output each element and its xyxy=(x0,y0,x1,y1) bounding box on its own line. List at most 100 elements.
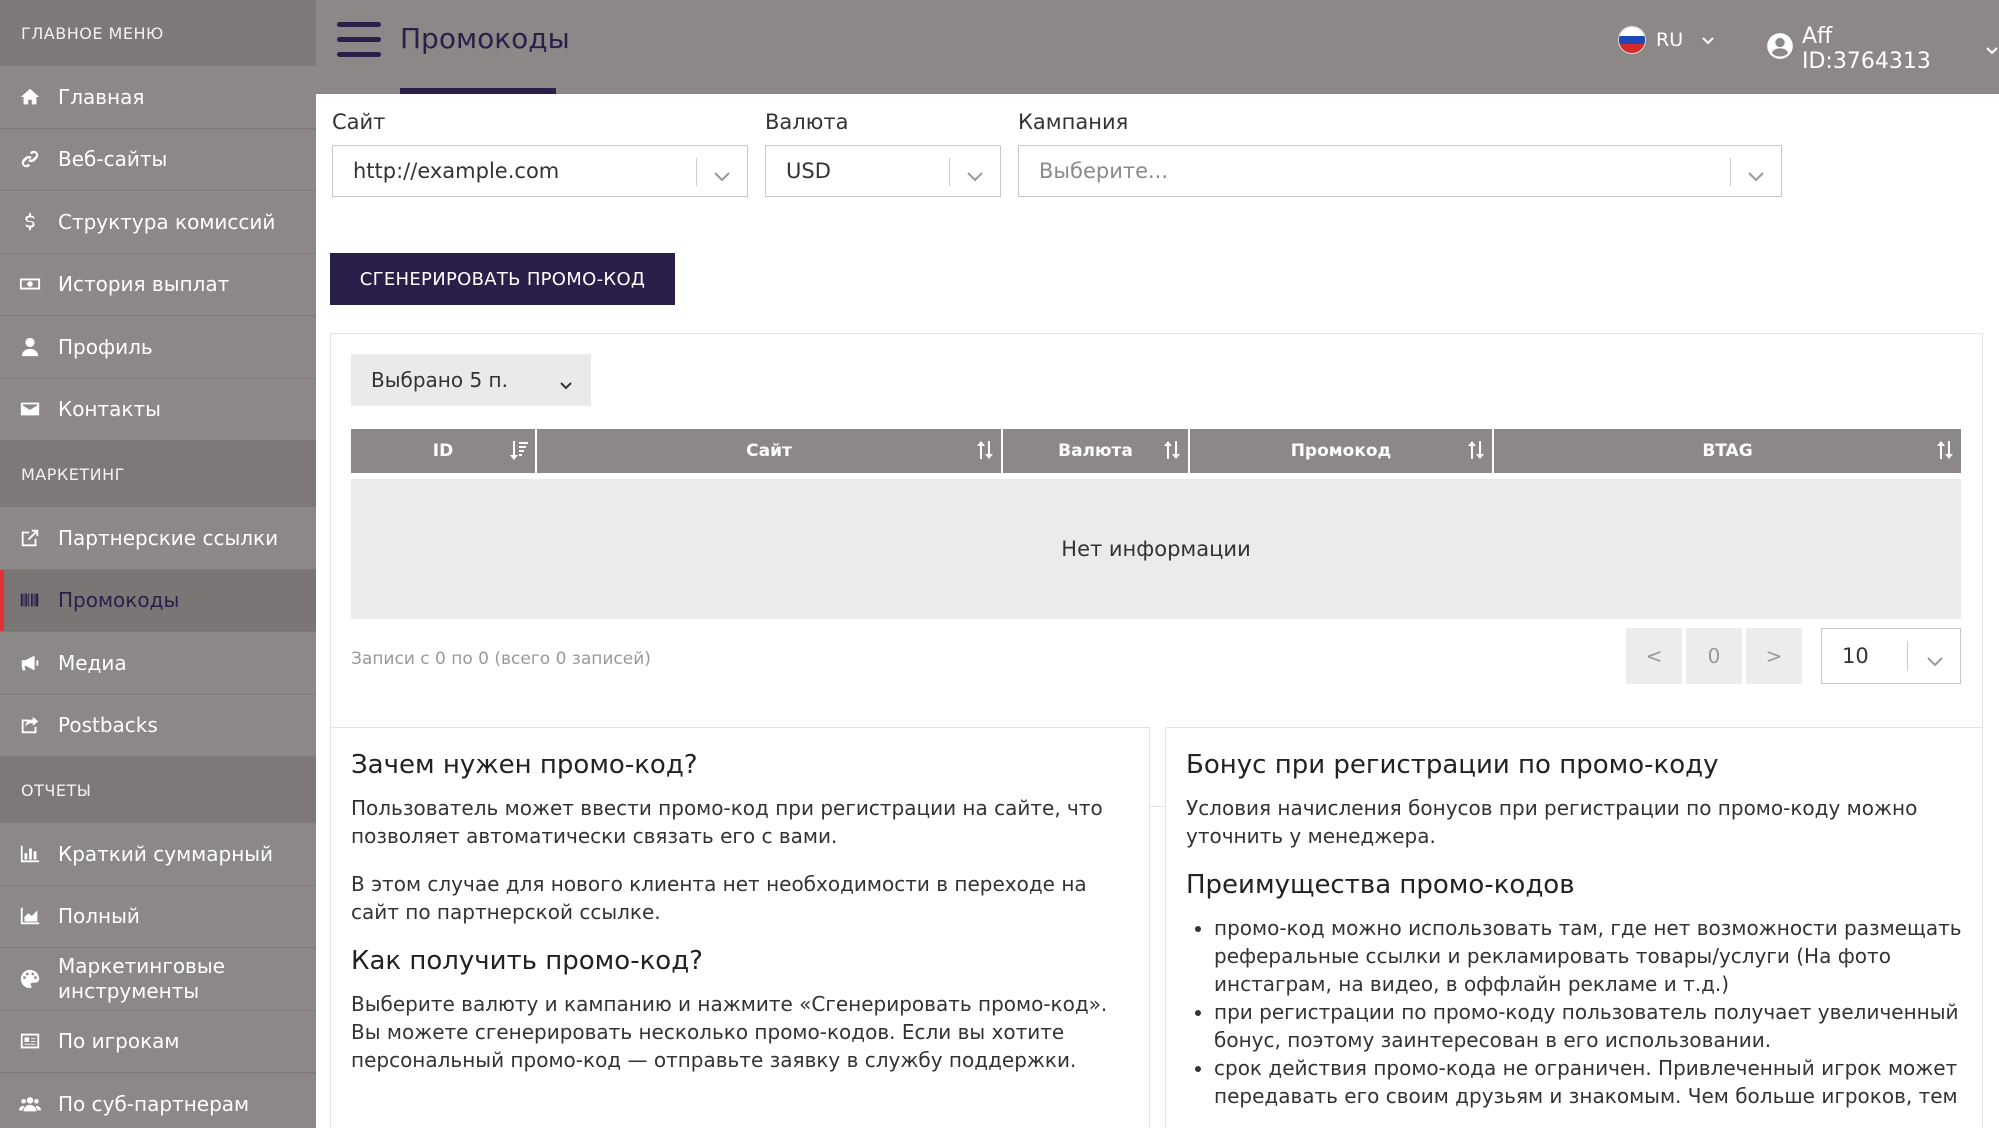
sidebar-item-label: Партнерские ссылки xyxy=(58,525,279,550)
bar-chart-icon xyxy=(17,841,43,867)
main-content: Сайт http://example.com Валюта USD Кампа… xyxy=(316,94,1999,1128)
pagination: < 0 > xyxy=(1626,628,1806,684)
sidebar-item-contacts[interactable]: Контакты xyxy=(0,379,316,441)
affiliate-account-menu[interactable]: Aff ID:3764313 xyxy=(1766,24,1999,74)
list-item: при регистрации по промо-коду пользовате… xyxy=(1214,998,1962,1054)
campaign-select-placeholder: Выберите... xyxy=(1039,159,1169,183)
sort-icon xyxy=(1935,439,1955,466)
info-card-left: Зачем нужен промо-код? Пользователь може… xyxy=(330,727,1150,1128)
sidebar-item-label: Медиа xyxy=(58,650,127,675)
info-paragraph: Пользователь может ввести промо-код при … xyxy=(351,796,1103,848)
sidebar-item-by-players[interactable]: По игрокам xyxy=(0,1011,316,1073)
table-empty-message: Нет информации xyxy=(351,479,1961,619)
chevron-down-icon xyxy=(1985,37,1999,62)
sidebar-item-media[interactable]: Медиа xyxy=(0,632,316,695)
home-icon xyxy=(17,84,43,110)
sidebar-item-label: Полный xyxy=(58,904,140,929)
sidebar-item-full[interactable]: Полный xyxy=(0,886,316,948)
palette-icon xyxy=(17,966,43,992)
envelope-icon xyxy=(17,396,43,422)
chevron-down-icon xyxy=(966,164,984,188)
campaign-label: Кампания xyxy=(1018,110,1129,134)
sidebar-item-commission[interactable]: Структура комиссий xyxy=(0,191,316,254)
sidebar-item-label: Postbacks xyxy=(58,713,158,738)
column-header-currency[interactable]: Валюта xyxy=(1003,429,1190,473)
sidebar-item-label: Структура комиссий xyxy=(58,209,276,234)
language-code: RU xyxy=(1656,29,1684,51)
pagination-page-button[interactable]: 0 xyxy=(1686,628,1742,684)
column-header-promocode[interactable]: Промокод xyxy=(1190,429,1494,473)
sidebar-item-label: По игрокам xyxy=(58,1029,180,1054)
sidebar-item-label: История выплат xyxy=(58,272,230,297)
info-heading-bonus: Бонус при регистрации по промо-коду xyxy=(1186,750,1719,780)
sort-icon xyxy=(1466,439,1486,466)
rows-per-page-select[interactable]: 10 xyxy=(1821,628,1961,684)
money-icon xyxy=(17,271,43,297)
info-heading-advantages: Преимущества промо-кодов xyxy=(1186,870,1575,900)
pagination-next-button[interactable]: > xyxy=(1746,628,1802,684)
site-select[interactable]: http://example.com xyxy=(332,145,748,197)
share-icon xyxy=(17,712,43,738)
table-header: ID Сайт Валюта Промокод BTAG xyxy=(351,429,1961,473)
info-card-right: Бонус при регистрации по промо-коду Усло… xyxy=(1165,727,1983,1128)
column-selector[interactable]: Выбрано 5 п. xyxy=(351,354,591,406)
info-paragraph: В этом случае для нового клиента нет нео… xyxy=(351,872,1087,924)
sidebar-item-label: Маркетинговые инструменты xyxy=(58,953,225,1003)
barcode-icon xyxy=(17,587,43,613)
top-header: Промокоды RU Aff ID:3764313 xyxy=(316,0,1999,94)
sidebar-item-label: Краткий суммарный xyxy=(58,841,274,866)
column-header-id[interactable]: ID xyxy=(351,429,537,473)
rows-per-page-value: 10 xyxy=(1842,644,1869,668)
sort-ascending-icon xyxy=(509,439,529,466)
sidebar-item-marketing-tools[interactable]: Маркетинговые инструменты xyxy=(0,948,316,1011)
generate-promocode-button[interactable]: СГЕНЕРИРОВАТЬ ПРОМО-КОД xyxy=(330,253,675,305)
hamburger-menu-icon[interactable] xyxy=(337,22,381,58)
chevron-down-icon xyxy=(1926,649,1944,673)
currency-label: Валюта xyxy=(765,110,849,134)
link-icon xyxy=(17,146,43,172)
sidebar-item-partner-links[interactable]: Партнерские ссылки xyxy=(0,507,316,570)
sidebar-item-short-summary[interactable]: Краткий суммарный xyxy=(0,823,316,886)
sidebar-item-websites[interactable]: Веб-сайты xyxy=(0,129,316,191)
page-title: Промокоды xyxy=(400,22,570,55)
language-selector[interactable]: RU xyxy=(1618,26,1715,54)
advantages-list: промо-код можно использовать там, где не… xyxy=(1186,914,1962,1110)
info-heading-why: Зачем нужен промо-код? xyxy=(351,750,698,780)
chevron-down-icon xyxy=(1747,164,1765,188)
users-icon xyxy=(17,1091,43,1117)
sidebar-item-promocodes[interactable]: Промокоды xyxy=(0,569,316,632)
chevron-down-icon xyxy=(1701,29,1715,51)
campaign-select[interactable]: Выберите... xyxy=(1018,145,1782,197)
sidebar: ГЛАВНОЕ МЕНЮ Главная Веб-сайты Структура… xyxy=(0,0,316,1128)
column-header-btag[interactable]: BTAG xyxy=(1494,429,1961,473)
sidebar-item-label: По суб-партнерам xyxy=(58,1091,250,1116)
pagination-prev-button[interactable]: < xyxy=(1626,628,1682,684)
sidebar-item-label: Контакты xyxy=(58,397,161,422)
affiliate-id: Aff ID:3764313 xyxy=(1802,24,1931,74)
currency-select-value: USD xyxy=(786,159,831,183)
sidebar-item-label: Профиль xyxy=(58,334,153,359)
info-heading-how: Как получить промо-код? xyxy=(351,946,703,976)
sidebar-item-sub-partners[interactable]: По суб-партнерам xyxy=(0,1073,316,1128)
megaphone-icon xyxy=(17,650,43,676)
sidebar-section-marketing: МАРКЕТИНГ xyxy=(0,441,316,507)
sidebar-item-home[interactable]: Главная xyxy=(0,66,316,129)
site-label: Сайт xyxy=(332,110,386,134)
chevron-down-icon xyxy=(559,372,573,396)
sidebar-item-postbacks[interactable]: Postbacks xyxy=(0,695,316,757)
external-link-icon xyxy=(17,525,43,551)
sidebar-item-payouts[interactable]: История выплат xyxy=(0,254,316,316)
sidebar-item-label: Главная xyxy=(58,84,145,109)
column-selector-label: Выбрано 5 п. xyxy=(371,368,508,392)
user-circle-icon xyxy=(1766,32,1802,66)
column-header-site[interactable]: Сайт xyxy=(537,429,1003,473)
sidebar-section-main: ГЛАВНОЕ МЕНЮ xyxy=(0,0,316,66)
list-item: срок действия промо-кода не ограничен. П… xyxy=(1214,1054,1962,1110)
sidebar-item-profile[interactable]: Профиль xyxy=(0,316,316,379)
info-paragraph: Выберите валюту и кампанию и нажмите «Сг… xyxy=(351,992,1108,1072)
site-select-value: http://example.com xyxy=(353,159,560,183)
currency-select[interactable]: USD xyxy=(765,145,1001,197)
user-icon xyxy=(17,334,43,360)
sidebar-section-reports: ОТЧЕТЫ xyxy=(0,757,316,823)
sidebar-item-label: Веб-сайты xyxy=(58,147,168,172)
